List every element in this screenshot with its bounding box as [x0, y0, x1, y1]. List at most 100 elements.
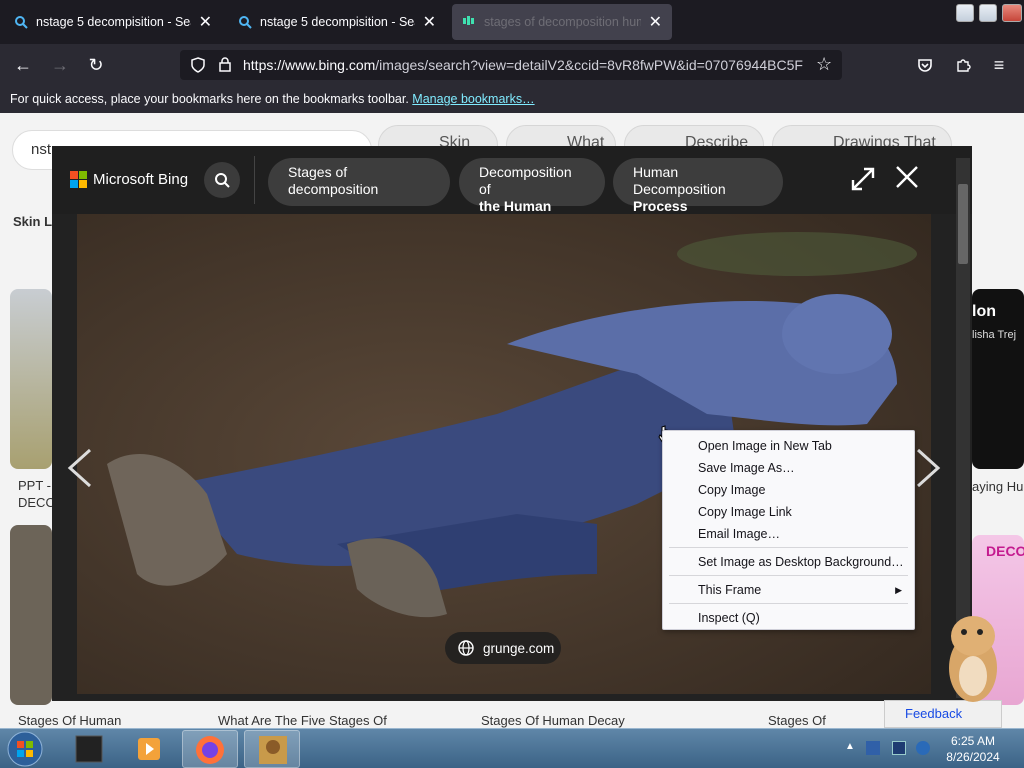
- set-desktop-background-item[interactable]: Set Image as Desktop Background…: [663, 551, 914, 573]
- url-path: /images/search?view=detailV2&ccid=8vR8fw…: [375, 57, 803, 73]
- search-icon: [15, 16, 28, 29]
- lock-icon[interactable]: [218, 56, 232, 73]
- image-thumbnail[interactable]: [10, 289, 52, 469]
- thumb-caption[interactable]: PPT -: [18, 478, 51, 493]
- tab-strip: nstage 5 decompisition - Search ✕ nstage…: [0, 0, 1024, 44]
- copy-image-item[interactable]: Copy Image: [663, 479, 914, 501]
- thumb-caption[interactable]: Stages Of Human Decay: [481, 713, 625, 728]
- chip-line1: Decomposition of: [479, 164, 572, 197]
- bookmarks-hint: For quick access, place your bookmarks h…: [10, 92, 409, 106]
- screen: { "browser": { "tabs": [ {"title": "nsta…: [0, 0, 1024, 768]
- app-box-icon: [259, 736, 287, 764]
- tab-title: nstage 5 decompisition - Search: [36, 15, 191, 29]
- taskbar-app-bonzi[interactable]: [244, 730, 300, 768]
- taskbar-app-media[interactable]: [122, 730, 178, 768]
- tab-title: stages of decomposition human: [484, 15, 641, 29]
- clock-date: 8/26/2024: [946, 750, 1000, 764]
- menu-icon[interactable]: ≡: [986, 52, 1012, 78]
- windows-taskbar: ▲ 6:25 AM 8/26/2024: [0, 728, 1024, 768]
- taskbar-app-terminal[interactable]: [62, 730, 118, 768]
- feedback-label: Feedback: [905, 706, 963, 721]
- inspect-item[interactable]: Inspect (Q): [663, 607, 914, 629]
- tray-network-icon[interactable]: [866, 741, 880, 755]
- media-player-icon: [138, 738, 160, 760]
- tracking-protection-icon[interactable]: [190, 57, 206, 73]
- menu-separator: [669, 575, 908, 576]
- thumb-caption[interactable]: aying Hu: [972, 479, 1023, 494]
- menu-separator: [669, 603, 908, 604]
- bookmark-star-icon[interactable]: ☆: [816, 54, 832, 75]
- pocket-icon[interactable]: [912, 52, 938, 78]
- submenu-arrow-icon: ▶: [895, 585, 902, 595]
- microsoft-logo-icon: [70, 171, 87, 188]
- copy-image-link-item[interactable]: Copy Image Link: [663, 501, 914, 523]
- chip-line1: Stages of decomposition: [288, 164, 379, 197]
- tab-1[interactable]: nstage 5 decompisition - Search ✕: [4, 4, 222, 40]
- sound-playing-icon: [463, 16, 474, 25]
- minimize-button[interactable]: [956, 4, 974, 22]
- bookmarks-toolbar: For quick access, place your bookmarks h…: [0, 86, 1024, 113]
- brand-name: Microsoft Bing: [93, 171, 189, 188]
- manage-bookmarks-link[interactable]: Manage bookmarks…: [412, 92, 534, 106]
- viewer-search-button[interactable]: [204, 162, 240, 198]
- taskbar-clock[interactable]: 6:25 AM 8/26/2024: [938, 733, 1008, 765]
- menu-separator: [669, 547, 908, 548]
- image-source-link[interactable]: grunge.com: [445, 632, 561, 664]
- thumb-caption[interactable]: DECO: [18, 495, 56, 510]
- viewer-header: Microsoft Bing Stages of decomposition D…: [52, 146, 972, 231]
- image-thumbnail[interactable]: [10, 525, 52, 705]
- tray-expand-icon[interactable]: ▲: [845, 741, 859, 755]
- url-text[interactable]: https://www.bing.com/images/search?view=…: [243, 57, 803, 73]
- context-menu: Open Image in New Tab Save Image As… Cop…: [662, 430, 915, 630]
- tray-volume-icon[interactable]: [916, 741, 930, 755]
- tab-3-active[interactable]: stages of decomposition human ✕: [452, 4, 672, 40]
- globe-icon: [458, 640, 474, 656]
- source-domain: grunge.com: [483, 640, 555, 656]
- tray-display-icon[interactable]: [892, 741, 906, 755]
- search-icon: [239, 16, 252, 29]
- tab-2[interactable]: nstage 5 decompisition - Search ✕: [228, 4, 446, 40]
- thumb-caption[interactable]: Skin L: [13, 214, 52, 229]
- start-button[interactable]: [6, 730, 46, 768]
- reload-icon[interactable]: ↻: [83, 52, 109, 78]
- maximize-button[interactable]: [979, 4, 997, 22]
- save-image-as-item[interactable]: Save Image As…: [663, 457, 914, 479]
- terminal-icon: [75, 735, 103, 763]
- close-tab-icon[interactable]: ✕: [199, 12, 212, 32]
- open-image-new-tab-item[interactable]: Open Image in New Tab: [663, 435, 914, 457]
- related-search-chip[interactable]: Human Decomposition Process: [613, 158, 783, 214]
- next-image-icon[interactable]: [914, 446, 942, 500]
- this-frame-item[interactable]: This Frame ▶: [663, 579, 914, 601]
- image-thumbnail[interactable]: lon lisha Trej: [972, 289, 1024, 469]
- thumb-caption[interactable]: What Are The Five Stages Of: [218, 713, 387, 728]
- this-frame-label: This Frame: [698, 583, 762, 597]
- bing-logo[interactable]: Microsoft Bing: [70, 171, 188, 188]
- header-divider: [254, 156, 255, 204]
- close-tab-icon[interactable]: ✕: [649, 12, 662, 32]
- scrollbar-thumb[interactable]: [958, 184, 968, 264]
- url-bar[interactable]: https://www.bing.com/images/search?view=…: [180, 50, 842, 80]
- clock-time: 6:25 AM: [950, 734, 996, 748]
- window-close-button[interactable]: [1002, 4, 1022, 22]
- close-tab-icon[interactable]: ✕: [423, 12, 436, 32]
- url-host: https://www.bing.com: [243, 57, 376, 73]
- thumb-title: DECO: [986, 543, 1024, 559]
- back-icon[interactable]: ←: [10, 52, 36, 78]
- hamster-mascot-icon[interactable]: [940, 606, 1006, 706]
- expand-icon[interactable]: [850, 166, 878, 194]
- chip-line2: Process: [633, 198, 688, 214]
- email-image-item[interactable]: Email Image…: [663, 523, 914, 545]
- close-icon[interactable]: [894, 164, 924, 194]
- chip-line1: Human Decomposition: [633, 164, 726, 197]
- forward-icon[interactable]: →: [47, 52, 73, 78]
- previous-image-icon[interactable]: [66, 446, 94, 500]
- thumb-caption[interactable]: Stages Of: [768, 713, 826, 728]
- firefox-icon: [196, 736, 224, 764]
- extensions-icon[interactable]: [950, 52, 976, 78]
- related-search-chip[interactable]: Stages of decomposition: [268, 158, 450, 206]
- thumb-author: lisha Trej: [972, 329, 1017, 341]
- tab-title: nstage 5 decompisition - Search: [260, 15, 415, 29]
- taskbar-app-firefox[interactable]: [182, 730, 238, 768]
- thumb-caption[interactable]: Stages Of Human: [18, 713, 121, 728]
- related-search-chip[interactable]: Decomposition of the Human Body: [459, 158, 605, 231]
